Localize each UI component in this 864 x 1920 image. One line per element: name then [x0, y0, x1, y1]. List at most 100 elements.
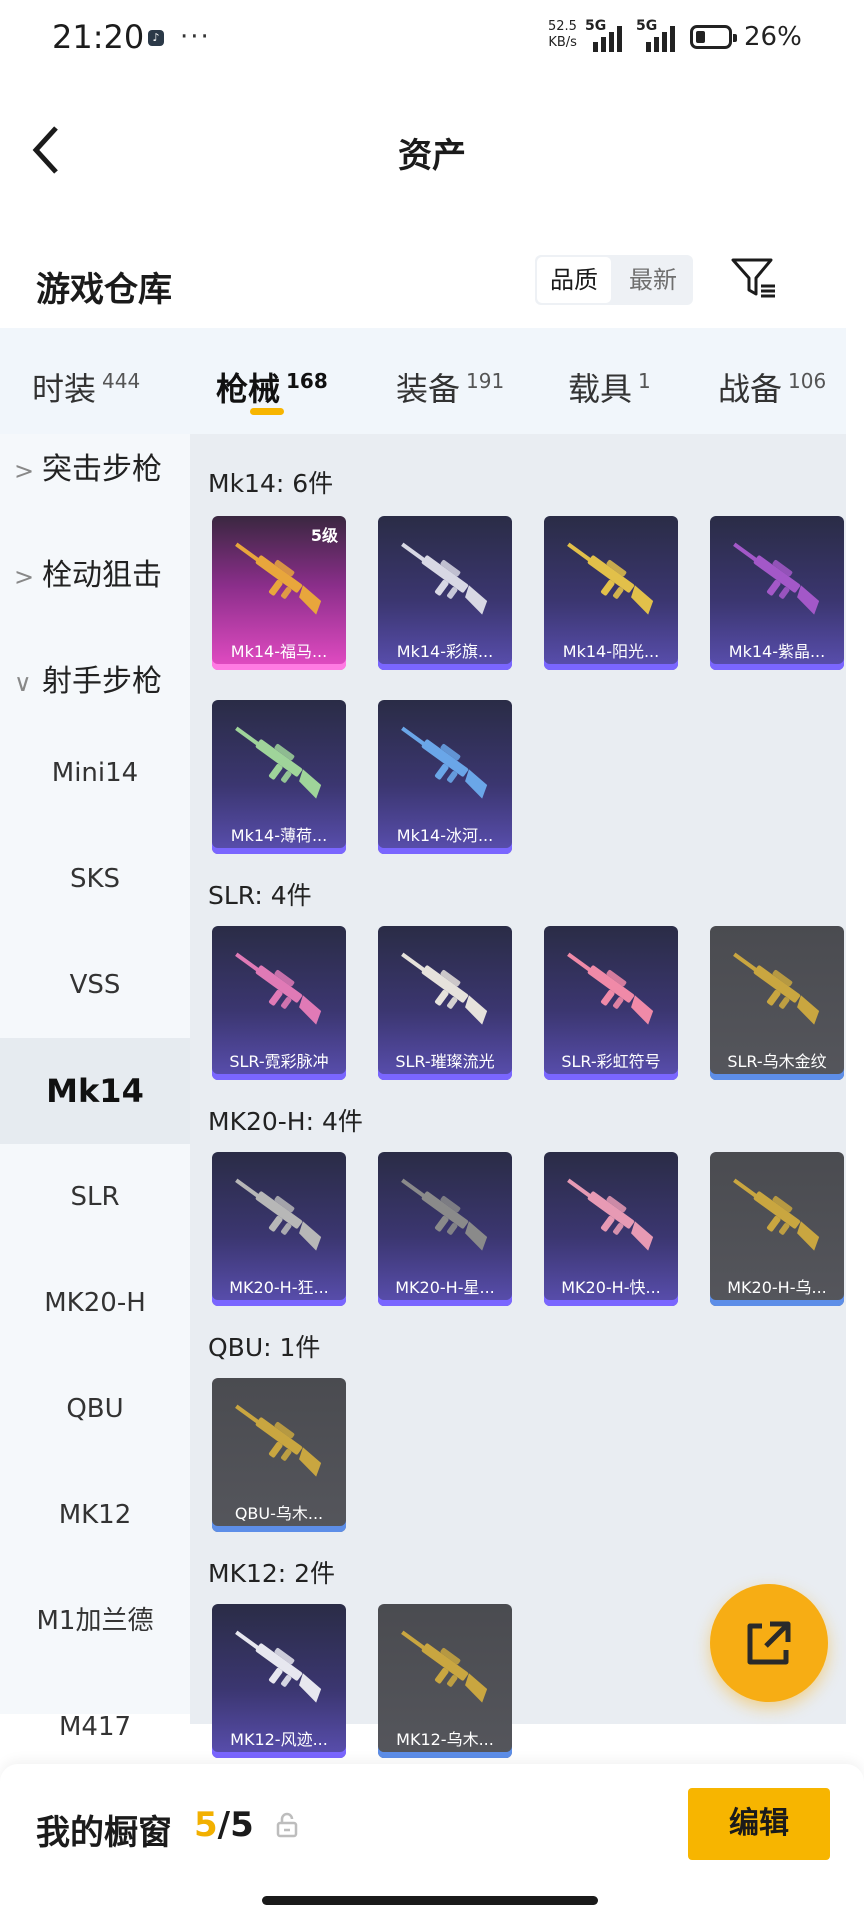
share-export-button[interactable] — [710, 1584, 828, 1702]
more-notifications-icon: ··· — [180, 22, 211, 52]
section-title-mk14: Mk14: 6件 — [208, 469, 334, 498]
section-title-mk12: MK12: 2件 — [208, 1559, 336, 1588]
skin-card[interactable]: SLR-彩虹符号 — [544, 926, 678, 1080]
network-speed: 52.5 KB/s — [548, 19, 577, 51]
tab-battle-gear-count: 106 — [788, 369, 827, 393]
sort-quality-button[interactable]: 品质 — [537, 257, 611, 303]
rifle-icon — [235, 1630, 322, 1703]
tab-vehicles[interactable]: 载具 1 — [568, 328, 651, 442]
tab-weapons[interactable]: 枪械 168 — [216, 328, 328, 442]
sidebar-item-m1-garand[interactable]: M1加兰德 — [0, 1568, 190, 1674]
rifle-icon — [733, 1178, 820, 1251]
network-speed-unit: KB/s — [548, 35, 577, 50]
battery-percent: 26% — [744, 22, 802, 52]
rifle-icon — [401, 1178, 488, 1251]
skin-card[interactable]: SLR-霓彩脉冲 — [212, 926, 346, 1080]
skin-card[interactable]: QBU-乌木... — [212, 1378, 346, 1532]
section-title-qbu: QBU: 1件 — [208, 1333, 321, 1362]
showcase-count: 5/5 — [194, 1805, 254, 1845]
skin-card[interactable]: MK20-H-乌... — [710, 1152, 844, 1306]
sidebar-category-label: 突击步枪 — [42, 452, 162, 487]
skin-card[interactable]: SLR-璀璨流光 — [378, 926, 512, 1080]
showcase-max: 5 — [230, 1805, 254, 1845]
weapon-skin-grid: Mk14: 6件 SLR: 4件 MK20-H: 4件 QBU: 1件 MK12… — [190, 434, 846, 1758]
tab-weapons-count: 168 — [286, 369, 328, 393]
rifle-icon — [567, 1178, 654, 1251]
skin-card-label: MK20-H-狂... — [229, 1278, 329, 1297]
skin-card[interactable]: Mk14-紫晶... — [710, 516, 844, 670]
skin-card-label: MK20-H-乌... — [727, 1278, 827, 1297]
tab-equipment-label: 装备 — [396, 370, 461, 408]
rifle-icon — [567, 542, 654, 615]
sidebar-item-mk20h[interactable]: MK20-H — [0, 1250, 190, 1356]
rifle-icon — [401, 952, 488, 1025]
sidebar-item-mk14[interactable]: Mk14 — [0, 1038, 190, 1144]
edit-button[interactable]: 编辑 — [688, 1788, 830, 1860]
page-title: 资产 — [398, 136, 466, 176]
skin-card[interactable]: MK20-H-快... — [544, 1152, 678, 1306]
sidebar-category-bolt-sniper[interactable]: > 栓动狙击 — [0, 550, 190, 594]
skin-card-label: Mk14-紫晶... — [728, 642, 826, 661]
tab-weapons-label: 枪械 — [216, 370, 281, 408]
tab-equipment[interactable]: 装备 191 — [396, 328, 504, 442]
sidebar-item-vss[interactable]: VSS — [0, 932, 190, 1038]
skin-card[interactable]: Mk14-彩旗... — [378, 516, 512, 670]
showcase-label: 我的橱窗 — [36, 1813, 172, 1853]
skin-card-label: Mk14-薄荷... — [230, 826, 328, 845]
skin-card[interactable]: MK12-乌木... — [378, 1604, 512, 1758]
filter-icon[interactable] — [730, 254, 778, 302]
skin-card-label: SLR-彩虹符号 — [561, 1052, 661, 1071]
skin-card[interactable]: MK20-H-星... — [378, 1152, 512, 1306]
skin-card-label: Mk14-福马... — [230, 642, 328, 661]
skin-card[interactable]: Mk14-冰河... — [378, 700, 512, 854]
battery-icon — [690, 25, 737, 49]
showcase-separator: / — [217, 1805, 231, 1845]
rifle-icon — [567, 952, 654, 1025]
home-indicator — [262, 1896, 598, 1905]
rifle-icon — [401, 1630, 488, 1703]
tab-outfits-count: 444 — [102, 369, 141, 393]
skin-card-label: Mk14-冰河... — [396, 826, 494, 845]
showcase-current: 5 — [194, 1805, 218, 1845]
chevron-right-icon: > — [14, 457, 35, 485]
skin-card-label: Mk14-阳光... — [562, 642, 660, 661]
sidebar-item-slr[interactable]: SLR — [0, 1144, 190, 1250]
lock-icon — [276, 1812, 298, 1838]
section-title-slr: SLR: 4件 — [208, 881, 312, 910]
skin-card[interactable]: MK12-风迹... — [212, 1604, 346, 1758]
skin-card[interactable]: MK20-H-狂... — [212, 1152, 346, 1306]
skin-card[interactable]: Mk14-薄荷... — [212, 700, 346, 854]
rifle-icon — [235, 1178, 322, 1251]
weapon-type-sidebar: > 突击步枪 > 栓动狙击 ∨ 射手步枪 Mini14 SKS VSS Mk14 SL… — [0, 434, 190, 1742]
skin-card-label: SLR-霓彩脉冲 — [229, 1052, 329, 1071]
tab-vehicles-count: 1 — [638, 369, 651, 393]
status-time: 21:20 — [52, 18, 145, 56]
skin-card-label: MK12-风迹... — [230, 1730, 328, 1749]
skin-card[interactable]: SLR-乌木金纹 — [710, 926, 844, 1080]
sidebar-category-label: 栓动狙击 — [42, 558, 162, 593]
skin-card[interactable]: Mk14-福马... 5级 — [212, 516, 346, 670]
skin-card-label: QBU-乌木... — [234, 1504, 324, 1523]
skin-card-label: MK20-H-快... — [561, 1278, 661, 1297]
tab-battle-gear[interactable]: 战备 106 — [718, 328, 826, 442]
tab-outfits[interactable]: 时装 444 — [32, 328, 140, 442]
sidebar-category-assault-rifle[interactable]: > 突击步枪 — [0, 444, 190, 488]
chevron-down-icon: ∨ — [14, 669, 32, 697]
warehouse-title: 游戏仓库 — [36, 270, 172, 310]
sort-newest-button[interactable]: 最新 — [615, 257, 691, 303]
sidebar-item-mini14[interactable]: Mini14 — [0, 720, 190, 826]
sidebar-item-qbu[interactable]: QBU — [0, 1356, 190, 1462]
skin-card-label: MK20-H-星... — [395, 1278, 495, 1297]
tab-battle-gear-label: 战备 — [718, 370, 783, 408]
share-external-icon — [747, 1621, 791, 1665]
rifle-icon — [235, 1404, 322, 1477]
sidebar-item-mk12[interactable]: MK12 — [0, 1462, 190, 1568]
sidebar-item-sks[interactable]: SKS — [0, 826, 190, 932]
sidebar-category-marksman-rifle[interactable]: ∨ 射手步枪 — [0, 656, 190, 700]
active-tab-indicator — [250, 408, 284, 415]
rifle-icon — [235, 952, 322, 1025]
skin-card-label: MK12-乌木... — [396, 1730, 494, 1749]
skin-card-label: Mk14-彩旗... — [396, 642, 494, 661]
skin-card[interactable]: Mk14-阳光... — [544, 516, 678, 670]
skin-card-label: SLR-乌木金纹 — [727, 1052, 827, 1071]
